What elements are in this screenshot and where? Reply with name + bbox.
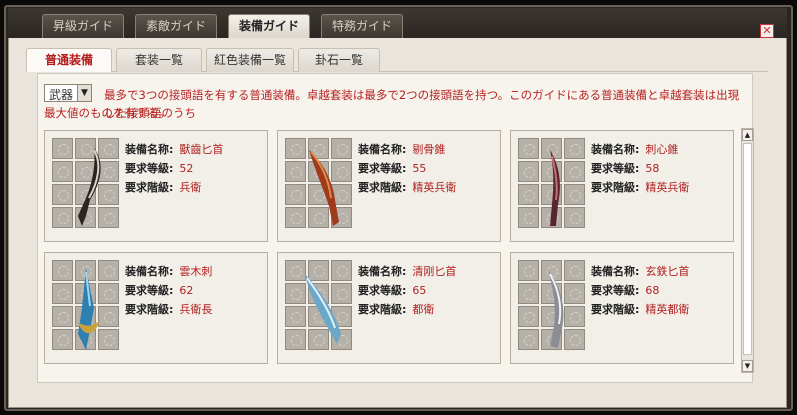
equipment-info: 装備名称: 雲木刺 要求等級: 62 要求階級: 兵衛長 (125, 262, 212, 319)
level-label: 要求等級: (358, 162, 407, 175)
chevron-down-icon[interactable]: ▼ (77, 85, 91, 101)
tab-material-guide[interactable]: 素敵ガイド (135, 14, 217, 38)
inventory-grid (518, 138, 586, 230)
equipment-card: 装備名称: 剔骨錐 要求等級: 55 要求階級: 精英兵衛 (277, 130, 501, 242)
tab-set-list[interactable]: 套装一覧 (116, 48, 202, 72)
tab-red-equipment-list[interactable]: 紅色装備一覧 (206, 48, 294, 72)
rank-label: 要求階級: (591, 303, 640, 316)
equipment-level: 62 (179, 284, 194, 297)
tab-normal-equipment[interactable]: 普通装備 (26, 48, 112, 72)
level-label: 要求等級: (358, 284, 407, 297)
description-text: 最多で3つの接頭語を有する普通装備。卓越套装は最多で2つの接頭語を持つ。このガイ… (104, 88, 740, 120)
equipment-level: 58 (645, 162, 660, 175)
name-label: 装備名称: (591, 143, 640, 156)
equipment-rank: 都衛 (412, 303, 435, 316)
tab-equipment-guide[interactable]: 装備ガイド (228, 14, 310, 38)
equipment-level: 68 (645, 284, 660, 297)
dagger-icon[interactable] (56, 264, 116, 352)
name-label: 装備名称: (591, 265, 640, 278)
inventory-grid (52, 260, 120, 352)
tab-stone-list[interactable]: 卦石一覧 (298, 48, 380, 72)
equipment-level: 65 (412, 284, 427, 297)
dagger-icon[interactable] (522, 142, 582, 230)
rank-label: 要求階級: (358, 303, 407, 316)
equipment-level: 55 (412, 162, 427, 175)
name-label: 装備名称: (125, 265, 174, 278)
rank-label: 要求階級: (358, 181, 407, 194)
name-label: 装備名称: (125, 143, 174, 156)
equipment-info: 装備名称: 玄鉄匕首 要求等級: 68 要求階級: 精英都衛 (591, 262, 689, 319)
dagger-icon[interactable] (289, 264, 349, 352)
equipment-rank: 精英都衛 (645, 303, 690, 316)
level-label: 要求等級: (591, 284, 640, 297)
dagger-icon[interactable] (56, 142, 116, 230)
tab-upgrade-guide[interactable]: 昇級ガイド (42, 14, 124, 38)
arrow-down-icon[interactable]: ▼ (742, 360, 753, 372)
equipment-rank: 精英兵衛 (412, 181, 457, 194)
inventory-grid (285, 260, 353, 352)
category-select[interactable]: 武器 ▼ (44, 84, 92, 102)
equipment-name: 獸齒匕首 (179, 143, 224, 156)
equipment-card: 装備名称: 清刚匕首 要求等級: 65 要求階級: 都衛 (277, 252, 501, 364)
close-icon: ✕ (762, 24, 772, 37)
equipment-name: 剔骨錐 (412, 143, 446, 156)
rank-label: 要求階級: (125, 181, 174, 194)
scroll-thumb[interactable] (743, 143, 752, 355)
dagger-icon[interactable] (522, 264, 582, 352)
close-button[interactable]: ✕ (760, 24, 774, 38)
vertical-scrollbar[interactable]: ▲ ▼ (741, 128, 754, 373)
dagger-icon[interactable] (289, 142, 349, 230)
equipment-name: 玄鉄匕首 (645, 265, 690, 278)
equipment-info: 装備名称: 清刚匕首 要求等級: 65 要求階級: 都衛 (358, 262, 456, 319)
arrow-up-icon[interactable]: ▲ (742, 129, 753, 141)
equipment-rank: 兵衛長 (179, 303, 213, 316)
equipment-name: 雲木刺 (179, 265, 213, 278)
inventory-grid (285, 138, 353, 230)
category-select-value: 武器 (49, 88, 74, 102)
equipment-card: 装備名称: 獸齒匕首 要求等級: 52 要求階級: 兵衛 (44, 130, 268, 242)
equipment-card: 装備名称: 刺心錐 要求等級: 58 要求階級: 精英兵衛 (510, 130, 734, 242)
tab-special-guide[interactable]: 特務ガイド (321, 14, 403, 38)
rank-label: 要求階級: (125, 303, 174, 316)
description-text-continued: 最大値のものを有する。 (44, 106, 171, 120)
sub-tab-bar: 普通装備 套装一覧 紅色装備一覧 卦石一覧 (26, 48, 768, 72)
equipment-card: 装備名称: 玄鉄匕首 要求等級: 68 要求階級: 精英都衛 (510, 252, 734, 364)
equipment-name: 刺心錐 (645, 143, 679, 156)
equipment-info: 装備名称: 剔骨錐 要求等級: 55 要求階級: 精英兵衛 (358, 140, 456, 197)
equipment-rank: 兵衛 (179, 181, 202, 194)
level-label: 要求等級: (591, 162, 640, 175)
equipment-card: 装備名称: 雲木刺 要求等級: 62 要求階級: 兵衛長 (44, 252, 268, 364)
level-label: 要求等級: (125, 162, 174, 175)
inventory-grid (52, 138, 120, 230)
equipment-info: 装備名称: 刺心錐 要求等級: 58 要求階級: 精英兵衛 (591, 140, 689, 197)
rank-label: 要求階級: (591, 181, 640, 194)
equipment-info: 装備名称: 獸齒匕首 要求等級: 52 要求階級: 兵衛 (125, 140, 223, 197)
equipment-rank: 精英兵衛 (645, 181, 690, 194)
level-label: 要求等級: (125, 284, 174, 297)
name-label: 装備名称: (358, 265, 407, 278)
equipment-name: 清刚匕首 (412, 265, 457, 278)
inventory-grid (518, 260, 586, 352)
equipment-level: 52 (179, 162, 194, 175)
name-label: 装備名称: (358, 143, 407, 156)
